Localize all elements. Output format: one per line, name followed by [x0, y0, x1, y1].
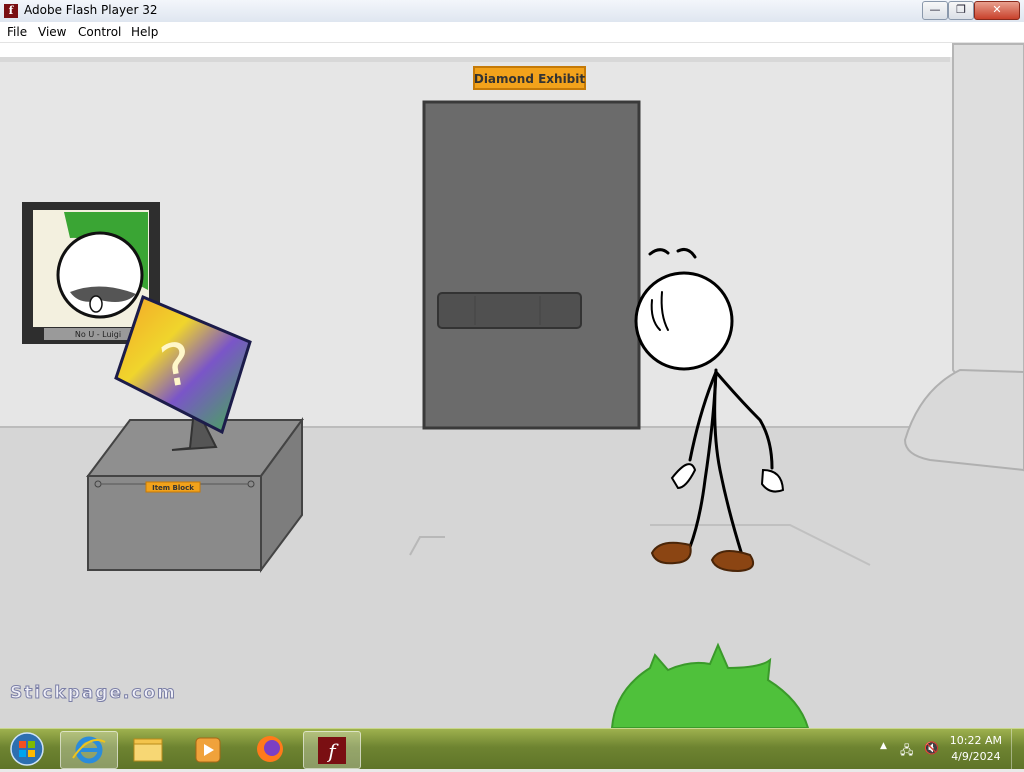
network-icon[interactable]: 🖧 — [900, 741, 913, 762]
taskbar-flash-player[interactable]: f — [303, 731, 361, 769]
file-explorer-icon — [133, 738, 163, 762]
pedestal-label: Item Block — [152, 484, 194, 492]
taskbar: f ▲ 🖧 🔇 10:22 AM 4/9/2024 — [0, 728, 1024, 769]
menu-view[interactable]: View — [38, 25, 66, 39]
close-icon: ✕ — [992, 3, 1002, 16]
flash-player-icon: f — [318, 737, 346, 764]
media-player-icon — [195, 737, 221, 763]
minimize-button[interactable]: — — [922, 1, 948, 20]
restore-button[interactable]: ❐ — [948, 1, 974, 20]
menu-bar: File View Control Help — [0, 22, 1024, 43]
show-hidden-icon[interactable]: ▲ — [880, 741, 887, 751]
title-bar: f Adobe Flash Player 32 — ❐ ✕ — [0, 0, 1024, 23]
restore-icon: ❐ — [956, 3, 966, 16]
menu-file[interactable]: File — [7, 25, 27, 39]
exhibit-door[interactable] — [422, 100, 641, 430]
firefox-icon — [257, 736, 283, 762]
window-title: Adobe Flash Player 32 — [24, 3, 158, 17]
stickpage-watermark: Stickpage.com — [10, 683, 177, 704]
minimize-icon: — — [929, 3, 941, 16]
wall-trim — [0, 57, 950, 62]
flash-stage[interactable]: Diamond Exhibit No U - Luigi Item Block — [0, 43, 1024, 728]
start-button[interactable] — [2, 731, 52, 767]
show-desktop-button[interactable] — [1011, 729, 1024, 769]
menu-control[interactable]: Control — [78, 25, 121, 39]
internet-explorer-icon — [72, 736, 106, 764]
clock-time: 10:22 AM — [949, 734, 1002, 747]
portrait-caption: No U - Luigi — [75, 330, 121, 339]
door-sign-text: Diamond Exhibit — [474, 72, 586, 86]
door-sign: Diamond Exhibit — [473, 66, 586, 90]
volume-muted-icon[interactable]: 🔇 — [924, 741, 939, 755]
close-button[interactable]: ✕ — [974, 1, 1020, 20]
taskbar-media-player[interactable] — [180, 731, 236, 767]
top-strip — [0, 43, 1024, 57]
flash-icon[interactable]: f — [4, 4, 18, 18]
menu-help[interactable]: Help — [131, 25, 158, 39]
taskbar-file-explorer[interactable] — [120, 731, 176, 767]
windows-start-icon — [10, 732, 44, 766]
game-scene[interactable]: Diamond Exhibit No U - Luigi Item Block — [0, 43, 1024, 728]
taskbar-internet-explorer[interactable] — [60, 731, 118, 769]
clock-date: 4/9/2024 — [951, 750, 1001, 763]
taskbar-firefox[interactable] — [242, 731, 298, 767]
system-clock[interactable]: 10:22 AM 4/9/2024 — [950, 733, 1002, 765]
